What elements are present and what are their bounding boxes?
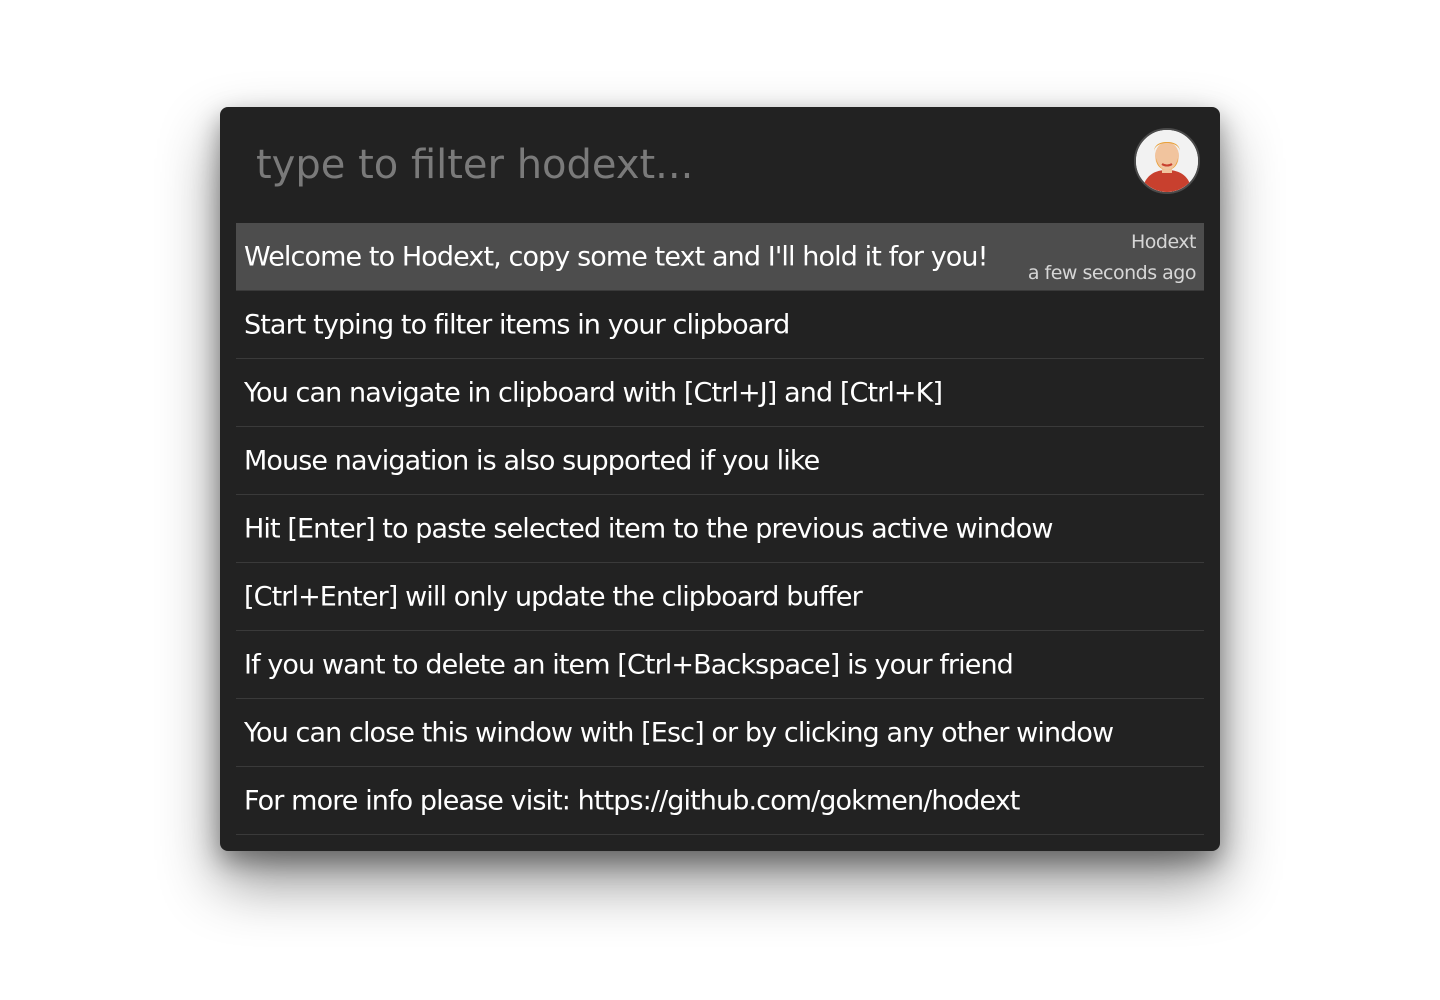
item-text: [Ctrl+Enter] will only update the clipbo… — [244, 581, 863, 612]
item-text: If you want to delete an item [Ctrl+Back… — [244, 649, 1014, 680]
item-text: Mouse navigation is also supported if yo… — [244, 445, 820, 476]
list-item[interactable]: If you want to delete an item [Ctrl+Back… — [236, 631, 1204, 699]
header — [236, 107, 1204, 223]
list-item[interactable]: You can navigate in clipboard with [Ctrl… — [236, 359, 1204, 427]
list-item[interactable]: Welcome to Hodext, copy some text and I'… — [236, 223, 1204, 291]
clipboard-list: Welcome to Hodext, copy some text and I'… — [236, 223, 1204, 835]
item-meta: Hodext a few seconds ago — [1027, 227, 1197, 289]
item-text: Hit [Enter] to paste selected item to th… — [244, 513, 1053, 544]
list-item[interactable]: You can close this window with [Esc] or … — [236, 699, 1204, 767]
list-item[interactable]: For more info please visit: https://gith… — [236, 767, 1204, 835]
list-item[interactable]: [Ctrl+Enter] will only update the clipbo… — [236, 563, 1204, 631]
item-text: You can navigate in clipboard with [Ctrl… — [244, 377, 943, 408]
item-text: You can close this window with [Esc] or … — [244, 717, 1114, 748]
item-text: Start typing to filter items in your cli… — [244, 309, 790, 340]
hodext-window: Welcome to Hodext, copy some text and I'… — [220, 107, 1220, 851]
user-avatar-icon[interactable] — [1134, 128, 1200, 194]
list-item[interactable]: Start typing to filter items in your cli… — [236, 291, 1204, 359]
list-item[interactable]: Mouse navigation is also supported if yo… — [236, 427, 1204, 495]
item-text: Welcome to Hodext, copy some text and I'… — [244, 241, 988, 272]
search-input[interactable] — [256, 137, 1096, 193]
item-source: Hodext — [1130, 231, 1197, 253]
item-text: For more info please visit: https://gith… — [244, 785, 1020, 816]
item-time: a few seconds ago — [1027, 262, 1197, 284]
list-item[interactable]: Hit [Enter] to paste selected item to th… — [236, 495, 1204, 563]
